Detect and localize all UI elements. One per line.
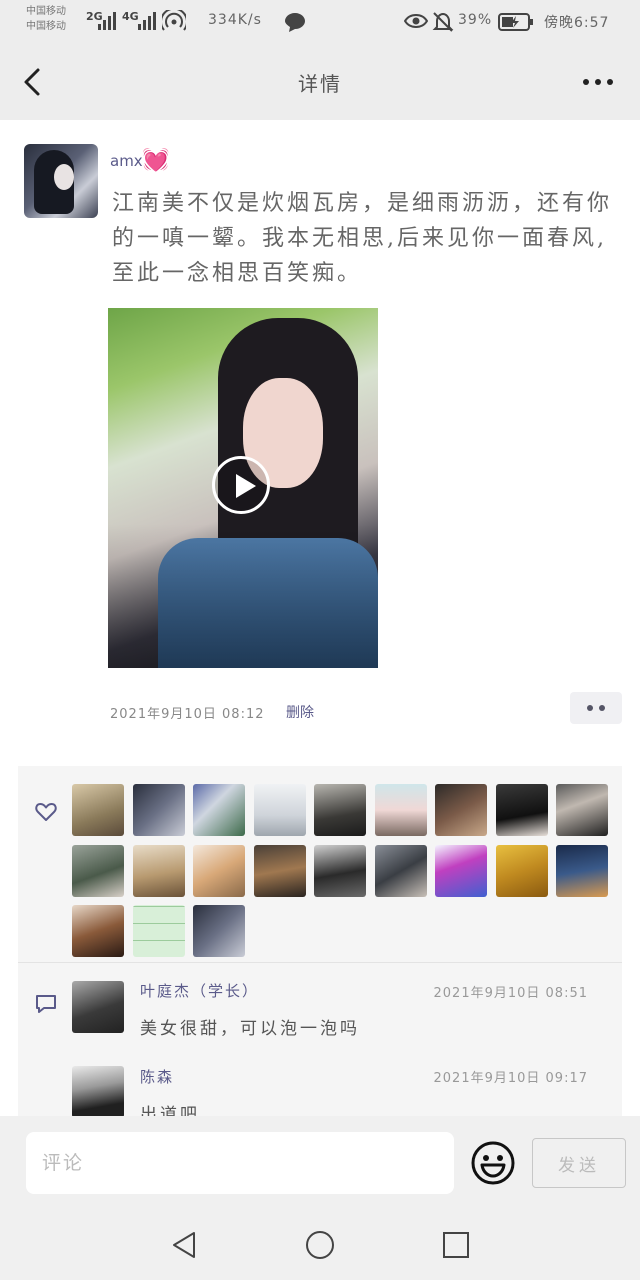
- top-nav-bar: 详情: [0, 44, 640, 120]
- comment-input-bar: 发送: [0, 1116, 640, 1216]
- comment-author[interactable]: 叶庭杰（学长）: [140, 980, 259, 1001]
- liker-avatar[interactable]: [495, 784, 548, 836]
- signal-bars-2-icon: [138, 10, 156, 30]
- liker-avatar[interactable]: [314, 784, 366, 836]
- divider: [18, 962, 622, 963]
- liker-avatar[interactable]: [253, 844, 306, 897]
- comment-author[interactable]: 陈森: [140, 1066, 174, 1087]
- comment-icon: [36, 995, 56, 1013]
- interactions-panel: 叶庭杰（学长） 2021年9月10日 08:51 美女很甜，可以泡一泡吗 陈森 …: [18, 766, 622, 1125]
- message-bubble-icon: [285, 13, 305, 32]
- author-name-emoji: 💓: [142, 148, 170, 173]
- square-recents-icon[interactable]: [442, 1231, 470, 1259]
- triangle-back-icon[interactable]: [170, 1230, 198, 1260]
- heart-outline-icon: [35, 803, 57, 821]
- battery-percent: 39%: [458, 12, 493, 28]
- liker-avatar[interactable]: [556, 844, 608, 897]
- liker-avatar[interactable]: [132, 905, 185, 957]
- comment-input[interactable]: [26, 1132, 454, 1194]
- comment-avatar[interactable]: [72, 981, 124, 1033]
- liker-avatar[interactable]: [495, 844, 548, 897]
- carrier-2: 中国移动: [26, 21, 66, 32]
- liker-avatar[interactable]: [253, 784, 306, 836]
- comment-avatar[interactable]: [72, 1066, 124, 1118]
- liker-avatar[interactable]: [374, 844, 427, 897]
- liker-avatar[interactable]: [132, 784, 185, 836]
- play-icon[interactable]: [212, 456, 270, 514]
- post-text: 江南美不仅是炊烟瓦房，是细雨沥沥，还有你的一嗔一颦。我本无相思,后来见你一面春风…: [112, 191, 613, 286]
- liker-avatar[interactable]: [374, 784, 427, 836]
- post-timestamp: 2021年9月10日 08:12: [110, 707, 265, 722]
- comment-timestamp: 2021年9月10日 09:17: [433, 1071, 588, 1086]
- more-options-button[interactable]: [580, 70, 616, 94]
- liker-avatar[interactable]: [435, 784, 487, 836]
- network-speed: 334K/s: [208, 12, 262, 28]
- liker-avatar[interactable]: [435, 844, 487, 897]
- battery-charging-icon: [498, 13, 533, 31]
- like-comment-menu-button[interactable]: [570, 692, 622, 724]
- liker-avatar[interactable]: [314, 844, 366, 897]
- liker-avatar[interactable]: [72, 784, 124, 836]
- smiley-icon[interactable]: [470, 1140, 516, 1186]
- delete-link[interactable]: 删除: [286, 702, 314, 722]
- liker-avatar[interactable]: [72, 905, 124, 957]
- post-video[interactable]: [108, 308, 378, 668]
- signal-bars-1-icon: [98, 10, 116, 30]
- liker-avatar[interactable]: [556, 784, 608, 836]
- comment-timestamp: 2021年9月10日 08:51: [433, 986, 588, 1001]
- eye-icon: [404, 14, 428, 28]
- liker-avatar[interactable]: [132, 844, 185, 897]
- wifi-hotspot-icon: [162, 10, 186, 31]
- carrier-1: 中国移动: [26, 6, 66, 17]
- liker-avatar[interactable]: [193, 905, 245, 957]
- liker-avatar[interactable]: [193, 784, 245, 836]
- carrier-labels: 中国移动 中国移动: [26, 4, 66, 34]
- liker-avatar[interactable]: [72, 844, 124, 897]
- author-avatar[interactable]: [24, 144, 98, 218]
- author-name[interactable]: amx: [110, 152, 143, 170]
- comment-text: 美女很甜，可以泡一泡吗: [140, 1019, 360, 1039]
- network-type-2: 4G: [122, 10, 139, 23]
- send-button[interactable]: 发送: [532, 1138, 626, 1188]
- clock: 傍晚6:57: [544, 15, 610, 31]
- page-title: 详情: [298, 72, 342, 96]
- status-bar: 中国移动 中国移动 2G 4G 334K/s 39% 傍晚6:57: [0, 0, 640, 44]
- liker-avatar[interactable]: [193, 844, 245, 897]
- bell-muted-icon: [432, 12, 454, 32]
- system-nav-bar: [0, 1216, 640, 1280]
- circle-home-icon[interactable]: [304, 1229, 336, 1261]
